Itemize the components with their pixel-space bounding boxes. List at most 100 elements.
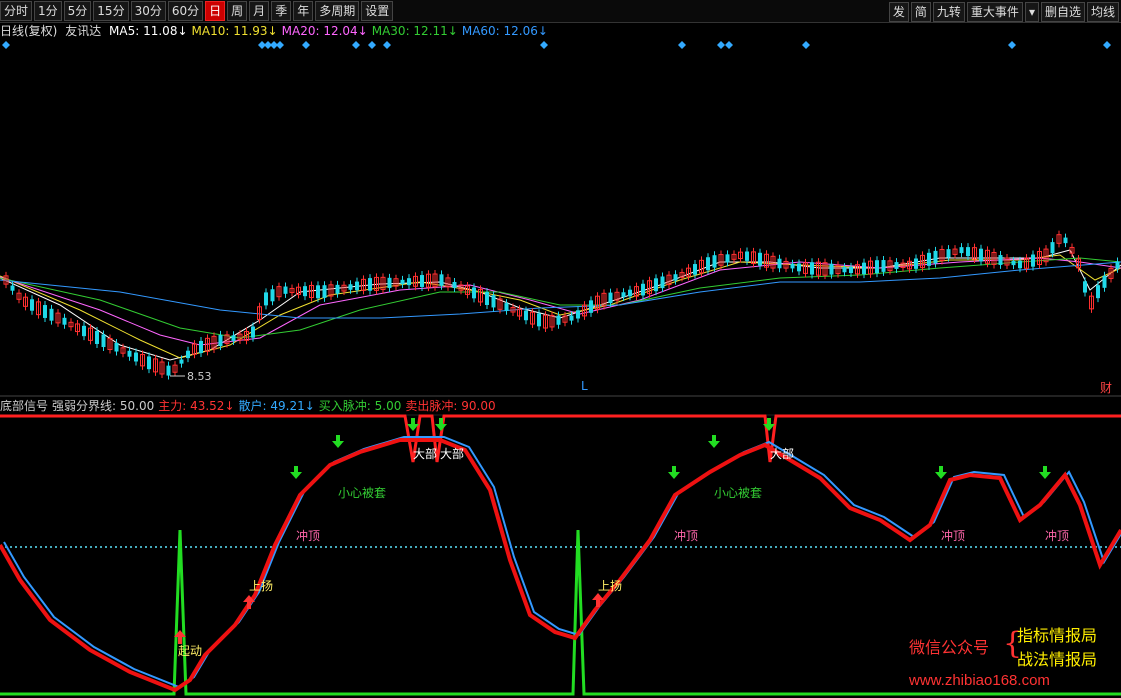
candle-body <box>641 283 645 296</box>
signal-diamond <box>540 41 548 49</box>
candle-body <box>420 275 424 287</box>
brand-url: www.zhibiao168.com <box>909 672 1050 689</box>
ma-line-3 <box>0 257 1121 339</box>
brand-name-1: 指标情报局 <box>1017 626 1098 645</box>
down-arrow-icon <box>290 466 302 479</box>
dabu-label-1: 大部 <box>413 446 437 461</box>
candle-body <box>491 295 496 308</box>
signal-diamond <box>802 41 810 49</box>
candle-body <box>82 325 86 337</box>
candle-body <box>673 274 678 281</box>
candle-body <box>472 287 476 299</box>
sell-pulse-line <box>0 414 1121 463</box>
candle-body <box>745 251 749 261</box>
signal-diamond <box>725 41 733 49</box>
candle-body <box>10 285 15 291</box>
candle-body <box>608 292 613 304</box>
down-arrow-icon <box>332 435 344 448</box>
candle-body <box>147 356 151 370</box>
candle-body <box>485 292 489 305</box>
careful-label-2: 小心被套 <box>714 486 762 500</box>
signal-diamond <box>1008 41 1016 49</box>
down-arrow-icon <box>1039 466 1051 479</box>
candle-body <box>335 284 340 294</box>
signal-diamond <box>717 41 725 49</box>
candle-body <box>797 263 801 272</box>
up-arrow-icon <box>592 593 604 607</box>
candle-body <box>933 250 938 264</box>
candle-body <box>537 313 541 327</box>
dabu-label-2: 大部 <box>440 446 464 461</box>
candle-body <box>959 247 964 254</box>
chart-canvas[interactable]: 8.53 L 财 大部 大部 大部小心被套 小心被套冲顶 冲顶 冲顶 冲顶上扬 上扬起动 <box>0 0 1121 698</box>
candle-body <box>790 263 795 269</box>
candle-body <box>777 258 782 269</box>
candle-body <box>881 260 886 272</box>
candle-body <box>1031 254 1035 267</box>
watermark: 微信公众号 { 指标情报局 战法情报局 www.zhibiao168.com <box>905 622 1121 698</box>
signal-diamond <box>302 41 310 49</box>
candle-body <box>95 331 99 344</box>
candle-body <box>810 262 814 275</box>
candle-body <box>400 279 405 285</box>
down-arrow-icon <box>708 435 720 448</box>
candle-body <box>439 274 444 286</box>
candle-body <box>218 334 223 347</box>
start-label: 起动 <box>178 644 202 658</box>
candle-body <box>569 315 574 321</box>
candle-body <box>693 264 697 275</box>
candle-body <box>576 310 580 319</box>
candle-body <box>1096 285 1100 299</box>
candle-body <box>654 278 658 292</box>
candle-body <box>452 281 457 289</box>
signal-markers <box>2 41 1111 49</box>
chongding-label-4: 冲顶 <box>1045 528 1069 543</box>
candle-body <box>966 247 970 257</box>
candle-body <box>387 277 392 289</box>
candle-body <box>355 281 359 291</box>
down-arrow-icon <box>935 466 947 479</box>
candle-body <box>127 350 132 357</box>
candle-body <box>589 300 593 313</box>
careful-label-1: 小心被套 <box>338 486 386 500</box>
candle-body <box>862 262 866 275</box>
candle-body <box>1018 260 1022 269</box>
candle-body <box>30 299 34 311</box>
candle-body <box>524 310 528 321</box>
rise-label-1: 上扬 <box>249 578 273 593</box>
candle-body <box>43 305 47 318</box>
chongding-label-3: 冲顶 <box>941 528 965 543</box>
signal-diamond <box>2 41 10 49</box>
wechat-label: 微信公众号 <box>909 638 990 657</box>
candle-body <box>62 317 67 325</box>
candle-body <box>251 326 255 338</box>
candle-body <box>166 365 171 376</box>
signal-diamond <box>1103 41 1111 49</box>
signal-diamond <box>383 41 391 49</box>
signal-diamond <box>276 41 284 49</box>
signal-diamond <box>352 41 360 49</box>
candle-body <box>758 252 762 266</box>
down-arrow-icon <box>435 418 447 431</box>
candle-body <box>712 255 717 268</box>
candle-body <box>1083 281 1087 293</box>
candle-body <box>114 343 119 352</box>
candle-body <box>914 258 918 269</box>
candle-body <box>368 278 372 291</box>
candle-body <box>842 267 847 273</box>
chongding-label-2: 冲顶 <box>674 528 698 543</box>
candle-body <box>322 285 327 298</box>
candle-body <box>101 334 106 348</box>
candle-body <box>628 289 632 297</box>
candle-body <box>1011 260 1016 266</box>
rise-label-2: 上扬 <box>598 578 622 593</box>
candle-body <box>316 285 320 299</box>
candle-body <box>875 260 879 274</box>
candle-body <box>504 303 509 311</box>
candle-body <box>621 292 626 297</box>
dabu-label-3: 大部 <box>770 446 794 461</box>
signal-diamond <box>368 41 376 49</box>
candle-body <box>303 286 307 297</box>
candle-body <box>1102 275 1107 288</box>
candle-body <box>979 248 983 262</box>
